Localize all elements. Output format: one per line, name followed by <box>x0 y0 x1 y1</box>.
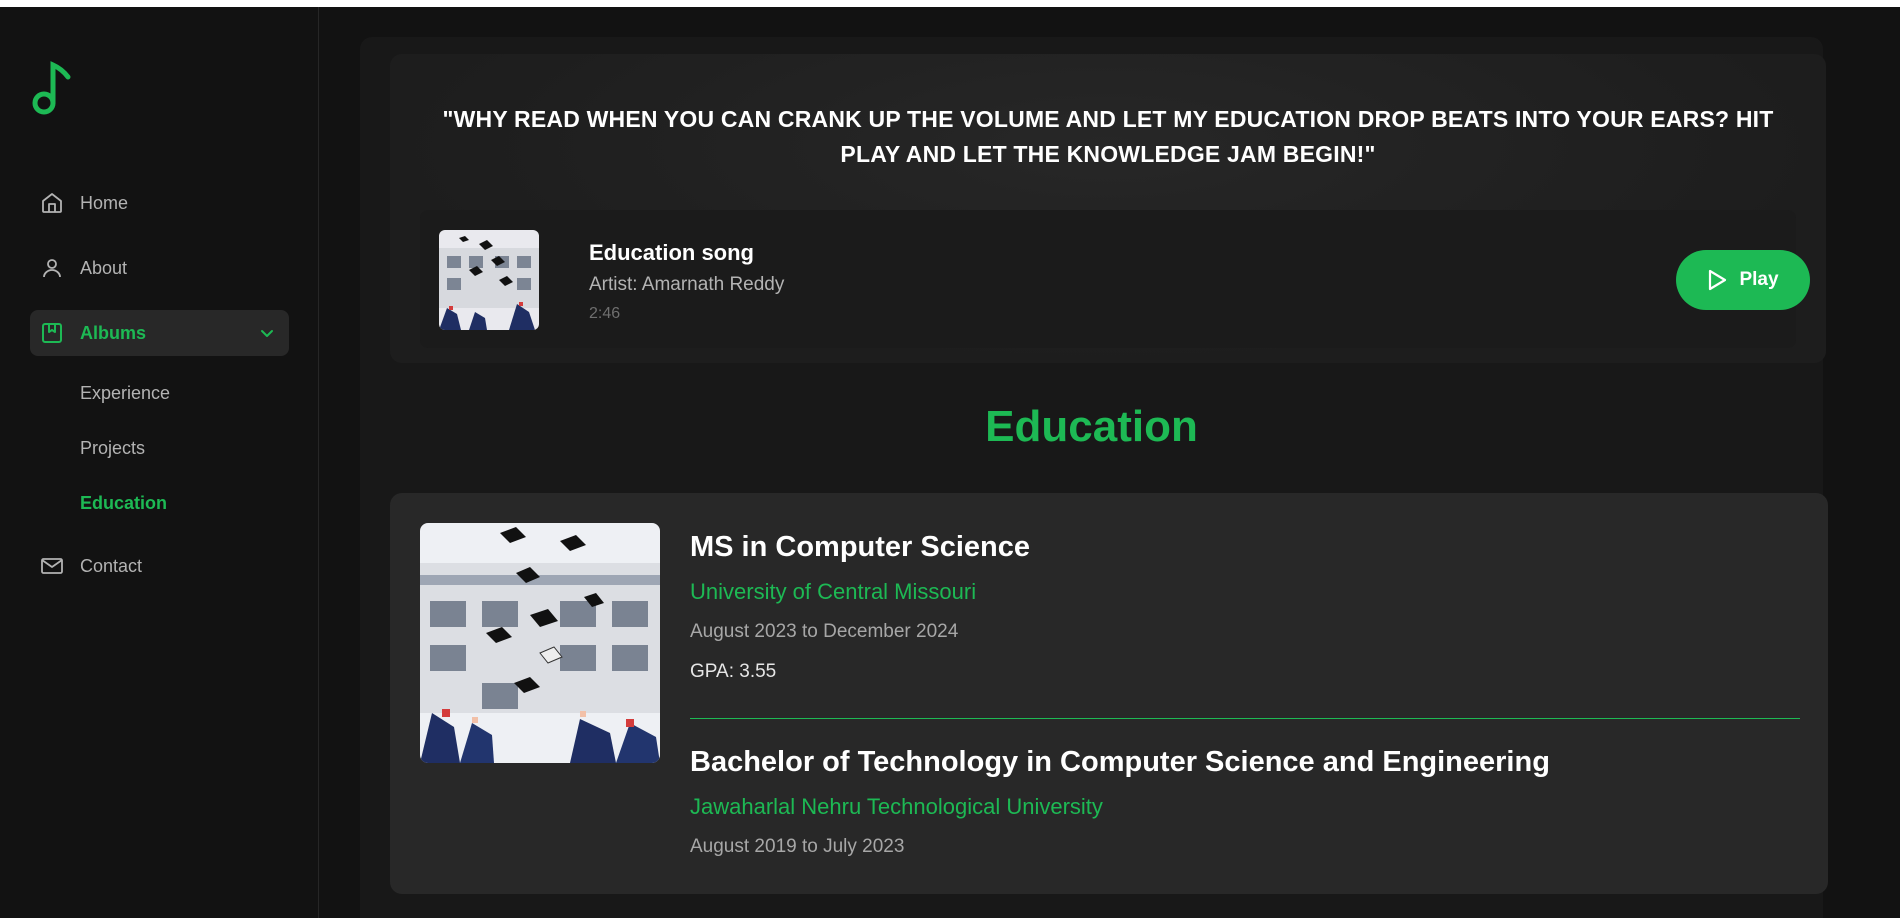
albums-submenu: Experience Projects Education <box>30 366 289 531</box>
sidebar-item-contact[interactable]: Contact <box>30 543 289 589</box>
main-content: "WHY READ WHEN YOU CAN CRANK UP THE VOLU… <box>360 37 1828 918</box>
home-icon <box>40 191 64 215</box>
song-duration: 2:46 <box>589 305 621 322</box>
list-item: Bachelor of Technology in Computer Scien… <box>690 742 1800 860</box>
sidebar-item-label: About <box>80 257 128 278</box>
sidebar: Home About Albums Experience Projects Ed… <box>0 7 319 918</box>
song-card: Education song Artist: Amarnath Reddy 2:… <box>420 210 1810 348</box>
chevron-down-icon[interactable] <box>257 323 277 343</box>
song-artist: Artist: Amarnath Reddy <box>589 274 785 295</box>
music-note-icon[interactable] <box>32 59 82 123</box>
education-list: MS in Computer Science University of Cen… <box>690 527 1800 860</box>
list-item: MS in Computer Science University of Cen… <box>690 527 1800 685</box>
education-card: MS in Computer Science University of Cen… <box>390 493 1828 894</box>
sidebar-subitem-projects[interactable]: Projects <box>30 421 289 476</box>
sidebar-item-label: Albums <box>80 322 147 343</box>
song-title: Education song <box>589 240 754 265</box>
song-cover-image <box>439 230 539 330</box>
sidebar-item-label: Contact <box>80 555 143 576</box>
sidebar-item-about[interactable]: About <box>30 245 289 291</box>
degree-dates: August 2019 to July 2023 <box>690 836 905 857</box>
sidebar-item-label: Home <box>80 192 129 213</box>
sidebar-subitem-experience[interactable]: Experience <box>30 366 289 421</box>
play-icon <box>1709 269 1727 291</box>
sidebar-nav: Home About Albums Experience Projects Ed… <box>30 180 289 608</box>
sidebar-item-home[interactable]: Home <box>30 180 289 226</box>
section-title: Education <box>985 402 1198 451</box>
album-icon <box>40 321 64 345</box>
sidebar-item-albums[interactable]: Albums <box>30 310 289 356</box>
play-button[interactable]: Play <box>1676 250 1810 310</box>
degree-gpa: GPA: 3.55 <box>690 661 777 682</box>
hero-quote: "WHY READ WHEN YOU CAN CRANK UP THE VOLU… <box>442 106 1774 167</box>
school-name: Jawaharlal Nehru Technological Universit… <box>690 794 1103 819</box>
mail-icon <box>40 554 64 578</box>
graduation-image <box>420 523 660 763</box>
play-button-label: Play <box>1739 269 1779 290</box>
user-icon <box>40 256 64 280</box>
hero-banner: "WHY READ WHEN YOU CAN CRANK UP THE VOLU… <box>390 54 1826 363</box>
degree-dates: August 2023 to December 2024 <box>690 621 959 642</box>
degree-title: MS in Computer Science <box>690 531 1031 563</box>
divider <box>690 718 1800 719</box>
school-name: University of Central Missouri <box>690 579 977 604</box>
sidebar-subitem-education[interactable]: Education <box>30 476 289 531</box>
window-top-strip <box>0 0 1900 7</box>
degree-title: Bachelor of Technology in Computer Scien… <box>690 746 1550 778</box>
